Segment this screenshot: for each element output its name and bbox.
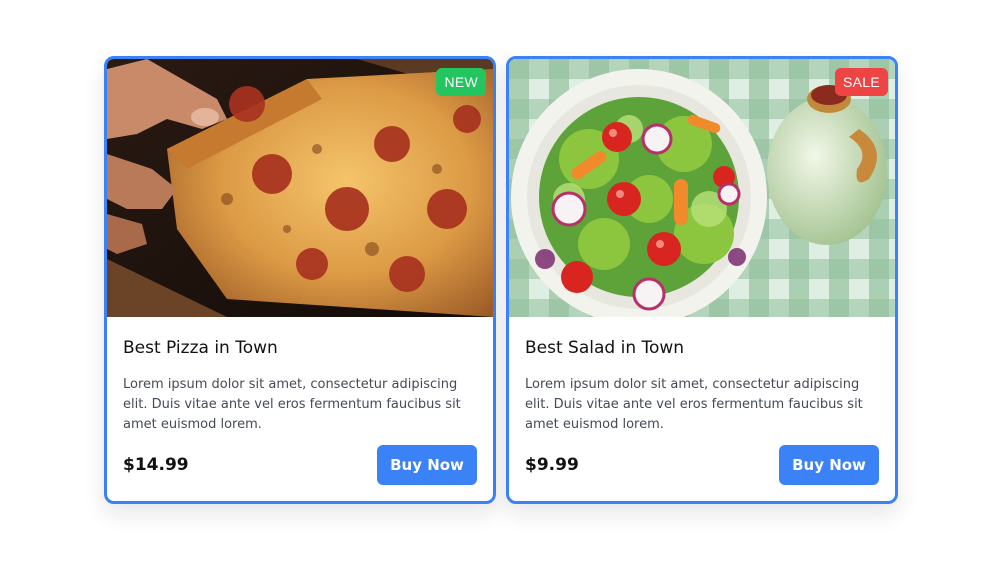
card-description: Lorem ipsum dolor sit amet, consectetur … [525, 377, 863, 432]
price: $9.99 [525, 455, 579, 475]
product-image-pizza: NEW [107, 59, 493, 317]
product-image-salad: SALE [509, 59, 895, 317]
card-title: Best Salad in Town [525, 338, 685, 358]
product-card-pizza: NEW Best Pizza in Town Lorem ipsum dolor… [104, 56, 496, 504]
card-title: Best Pizza in Town [123, 338, 278, 358]
sale-badge: SALE [835, 68, 888, 96]
product-card-salad: SALE Best Salad in Town Lorem ipsum dolo… [506, 56, 898, 504]
new-badge: NEW [436, 68, 486, 96]
buy-now-button[interactable]: Buy Now [779, 445, 879, 485]
buy-now-button[interactable]: Buy Now [377, 445, 477, 485]
product-card-list: NEW Best Pizza in Town Lorem ipsum dolor… [104, 56, 898, 504]
price: $14.99 [123, 455, 189, 475]
card-description: Lorem ipsum dolor sit amet, consectetur … [123, 377, 461, 432]
